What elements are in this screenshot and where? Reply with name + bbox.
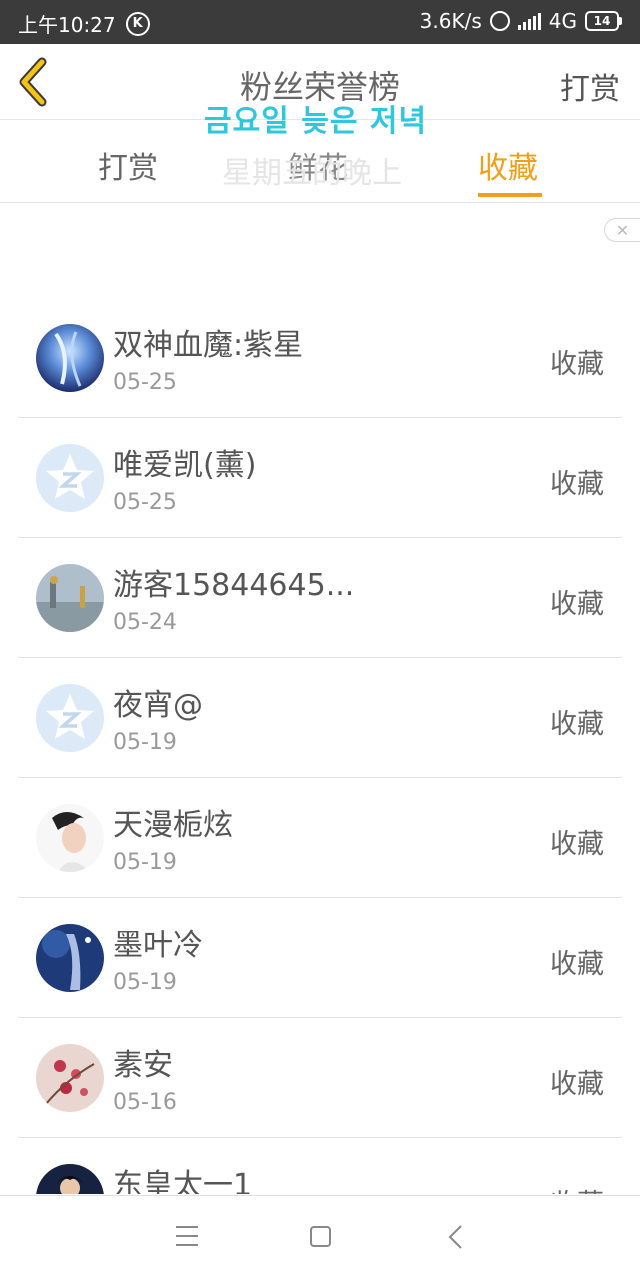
status-left: 上午10:27 K bbox=[18, 9, 150, 38]
status-bar: 上午10:27 K 3.6K/s 4G 14 bbox=[0, 0, 640, 44]
user-name: 素安 bbox=[113, 1048, 173, 1083]
alarm-icon bbox=[489, 11, 510, 31]
active-tab-indicator bbox=[478, 193, 542, 197]
user-name: 双神血魔:紫星 bbox=[113, 328, 304, 363]
list-item[interactable]: 游客15844645... 05-24 收藏 bbox=[18, 538, 622, 658]
date: 05-19 bbox=[113, 850, 177, 875]
status-right: 3.6K/s 4G 14 bbox=[420, 9, 622, 33]
default-star-avatar bbox=[36, 684, 104, 752]
date: 05-19 bbox=[113, 970, 177, 995]
fan-list: 双神血魔:紫星 05-25 收藏 唯爱凯(薰) 05-25 收藏 游客15844… bbox=[18, 298, 622, 1194]
home-icon[interactable] bbox=[310, 1226, 331, 1247]
anime-dark-avatar bbox=[36, 1164, 104, 1194]
chinese-watermark: 星期五的晚上 bbox=[222, 156, 402, 191]
portrait-avatar bbox=[36, 804, 104, 872]
menu-icon[interactable] bbox=[176, 1226, 198, 1246]
user-name: 唯爱凯(薰) bbox=[113, 448, 257, 483]
default-star-avatar bbox=[36, 444, 104, 512]
list-item[interactable]: 夜宵@ 05-19 收藏 bbox=[18, 658, 622, 778]
system-navbar bbox=[0, 1195, 640, 1280]
battery-icon: 14 bbox=[585, 11, 622, 31]
back-icon[interactable] bbox=[444, 1224, 468, 1250]
action-label: 收藏 bbox=[550, 829, 604, 860]
date: 05-25 bbox=[113, 370, 177, 395]
landscape-avatar bbox=[36, 564, 104, 632]
action-label: 收藏 bbox=[550, 469, 604, 500]
list-item[interactable]: 素安 05-16 收藏 bbox=[18, 1018, 622, 1138]
action-label: 收藏 bbox=[550, 589, 604, 620]
action-label: 收藏 bbox=[550, 1182, 604, 1194]
user-name: 天漫栀炫 bbox=[113, 808, 233, 843]
net-speed: 3.6K/s bbox=[419, 9, 482, 33]
k-icon: K bbox=[125, 11, 150, 36]
list-item[interactable]: 东皇太一1 收藏 bbox=[18, 1138, 622, 1194]
anime-night-avatar bbox=[36, 924, 104, 992]
korean-watermark: 금요일 늦은 저녁 bbox=[204, 104, 428, 139]
action-label: 收藏 bbox=[550, 949, 604, 980]
close-icon[interactable]: ✕ bbox=[604, 218, 640, 242]
action-label: 收藏 bbox=[550, 349, 604, 380]
list-item[interactable]: 天漫栀炫 05-19 收藏 bbox=[18, 778, 622, 898]
user-name: 游客15844645... bbox=[113, 568, 355, 603]
plum-blossom-avatar bbox=[36, 1044, 104, 1112]
action-label: 收藏 bbox=[550, 709, 604, 740]
date: 05-16 bbox=[113, 1090, 177, 1115]
date: 05-24 bbox=[113, 610, 177, 635]
list-item[interactable]: 墨叶冷 05-19 收藏 bbox=[18, 898, 622, 1018]
status-time: 上午10:27 bbox=[18, 13, 116, 37]
network-type: 4G bbox=[548, 9, 577, 33]
user-name: 东皇太一1 bbox=[113, 1168, 253, 1194]
tab-tip[interactable]: 打赏 bbox=[98, 143, 158, 187]
battery-level: 14 bbox=[585, 11, 619, 31]
date: 05-19 bbox=[113, 730, 177, 755]
signal-icon bbox=[517, 12, 541, 30]
list-item[interactable]: 唯爱凯(薰) 05-25 收藏 bbox=[18, 418, 622, 538]
user-name: 夜宵@ bbox=[113, 688, 203, 723]
user-name: 墨叶冷 bbox=[113, 928, 203, 963]
tip-button[interactable]: 打赏 bbox=[560, 64, 620, 108]
anime-blue-avatar bbox=[36, 324, 104, 392]
tab-favorites[interactable]: 收藏 bbox=[478, 143, 538, 187]
action-label: 收藏 bbox=[550, 1069, 604, 1100]
list-item[interactable]: 双神血魔:紫星 05-25 收藏 bbox=[18, 298, 622, 418]
date: 05-25 bbox=[113, 490, 177, 515]
